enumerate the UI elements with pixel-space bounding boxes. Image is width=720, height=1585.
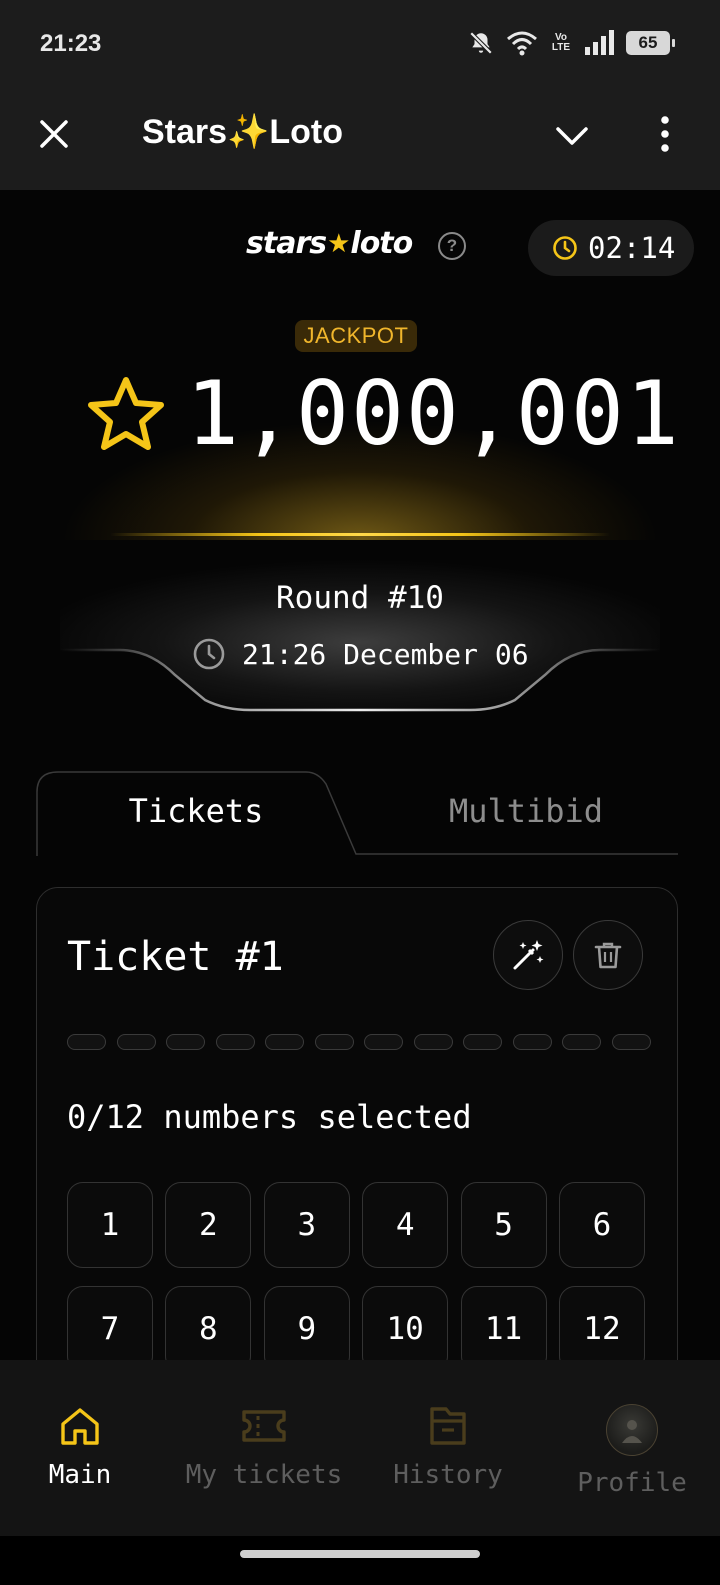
- jackpot-glow-line: [110, 533, 610, 536]
- volte-label: Vo LTE: [551, 32, 571, 53]
- status-icons: Vo LTE 65: [468, 30, 675, 56]
- number-cell-7[interactable]: 7: [67, 1286, 153, 1360]
- selection-slots: [67, 1034, 651, 1050]
- close-icon[interactable]: [36, 116, 72, 152]
- number-cell-10[interactable]: 10: [362, 1286, 449, 1360]
- selection-slot: [166, 1034, 205, 1050]
- ticket-title: Ticket #1: [67, 934, 284, 980]
- main-content: stars ★ loto ? 02:14 JACKPOT 1,000,001 R…: [0, 190, 720, 1360]
- selection-slot: [116, 1034, 156, 1050]
- selection-slot: [562, 1034, 601, 1050]
- star-icon: [88, 376, 164, 450]
- quick-pick-button[interactable]: [493, 920, 563, 990]
- jackpot-row: 1,000,001: [86, 362, 681, 465]
- help-icon[interactable]: ?: [438, 232, 466, 260]
- number-cell-3[interactable]: 3: [263, 1182, 350, 1268]
- battery-icon: 65: [626, 31, 675, 55]
- selection-slot: [265, 1034, 304, 1050]
- bell-off-icon: [469, 31, 493, 55]
- nav-profile[interactable]: Profile: [552, 1404, 712, 1498]
- archive-icon: [430, 1407, 466, 1445]
- app-header: Stars✨Loto: [0, 90, 720, 190]
- nav-profile-label: Profile: [577, 1468, 687, 1498]
- chevron-down-icon[interactable]: [554, 118, 590, 154]
- brand-logo: stars ★ loto: [246, 226, 413, 261]
- number-cell-6[interactable]: 6: [558, 1182, 645, 1268]
- selection-count: 0/12 numbers selected: [67, 1098, 472, 1136]
- tab-bar: Tickets Multibid: [36, 770, 678, 856]
- number-cell-8[interactable]: 8: [165, 1286, 252, 1360]
- selection-slot: [512, 1034, 552, 1050]
- round-timer: 02:14: [528, 220, 694, 276]
- status-time: 21:23: [40, 30, 102, 57]
- nav-my-tickets[interactable]: My tickets: [184, 1404, 344, 1490]
- tab-tickets[interactable]: Tickets: [106, 792, 286, 830]
- logo-text-left: stars: [246, 226, 327, 261]
- nav-history-label: History: [393, 1460, 503, 1490]
- number-cell-2[interactable]: 2: [165, 1182, 252, 1268]
- number-grid: 1 2 3 4 5 6 7 8 9 10 11 12: [67, 1182, 645, 1360]
- round-title: Round #10: [276, 580, 444, 616]
- status-bar: 21:23 Vo LTE 65: [0, 0, 720, 90]
- selection-slot: [463, 1034, 502, 1050]
- number-cell-4[interactable]: 4: [362, 1182, 449, 1268]
- timer-value: 02:14: [588, 231, 676, 265]
- ticket-icon: [242, 1410, 286, 1442]
- selection-slot: [67, 1034, 106, 1050]
- magic-wand-icon: [513, 940, 544, 970]
- jackpot-amount: 1,000,001: [186, 362, 681, 465]
- tab-multibid[interactable]: Multibid: [426, 792, 626, 830]
- app-title: Stars✨Loto: [142, 113, 344, 151]
- number-cell-1[interactable]: 1: [67, 1182, 153, 1268]
- nav-history[interactable]: History: [368, 1404, 528, 1490]
- selection-slot: [215, 1034, 255, 1050]
- home-gesture-bar[interactable]: [240, 1550, 480, 1558]
- number-cell-9[interactable]: 9: [263, 1286, 350, 1360]
- delete-ticket-button[interactable]: [573, 920, 643, 990]
- selection-slot: [413, 1034, 453, 1050]
- clock-icon: [553, 236, 577, 260]
- selection-slot: [364, 1034, 403, 1050]
- home-icon: [61, 1408, 99, 1445]
- ticket-card: Ticket #1 0/12 numbers selected 1 2 3 4 …: [36, 887, 678, 1360]
- number-cell-12[interactable]: 12: [558, 1286, 645, 1360]
- bottom-nav: Main My tickets History Profile: [0, 1360, 720, 1536]
- signal-icon: [585, 30, 614, 55]
- logo-star-icon: ★: [327, 228, 350, 259]
- nav-my-tickets-label: My tickets: [185, 1460, 343, 1490]
- logo-text-right: loto: [350, 226, 413, 261]
- jackpot-badge: JACKPOT: [295, 320, 417, 352]
- gesture-area: [0, 1536, 720, 1585]
- number-cell-11[interactable]: 11: [460, 1286, 547, 1360]
- round-datetime: 21:26 December 06: [192, 637, 529, 671]
- nav-main[interactable]: Main: [0, 1404, 160, 1490]
- nav-main-label: Main: [48, 1460, 112, 1490]
- selection-slot: [314, 1034, 354, 1050]
- more-vertical-icon[interactable]: [650, 114, 680, 154]
- clock-icon: [193, 638, 225, 670]
- selection-slot: [611, 1034, 651, 1050]
- avatar-image: [622, 1420, 642, 1443]
- number-cell-5[interactable]: 5: [460, 1182, 547, 1268]
- trash-icon: [594, 942, 622, 969]
- round-datetime-text: 21:26 December 06: [242, 637, 529, 671]
- avatar: [606, 1404, 658, 1456]
- wifi-icon: [507, 31, 537, 56]
